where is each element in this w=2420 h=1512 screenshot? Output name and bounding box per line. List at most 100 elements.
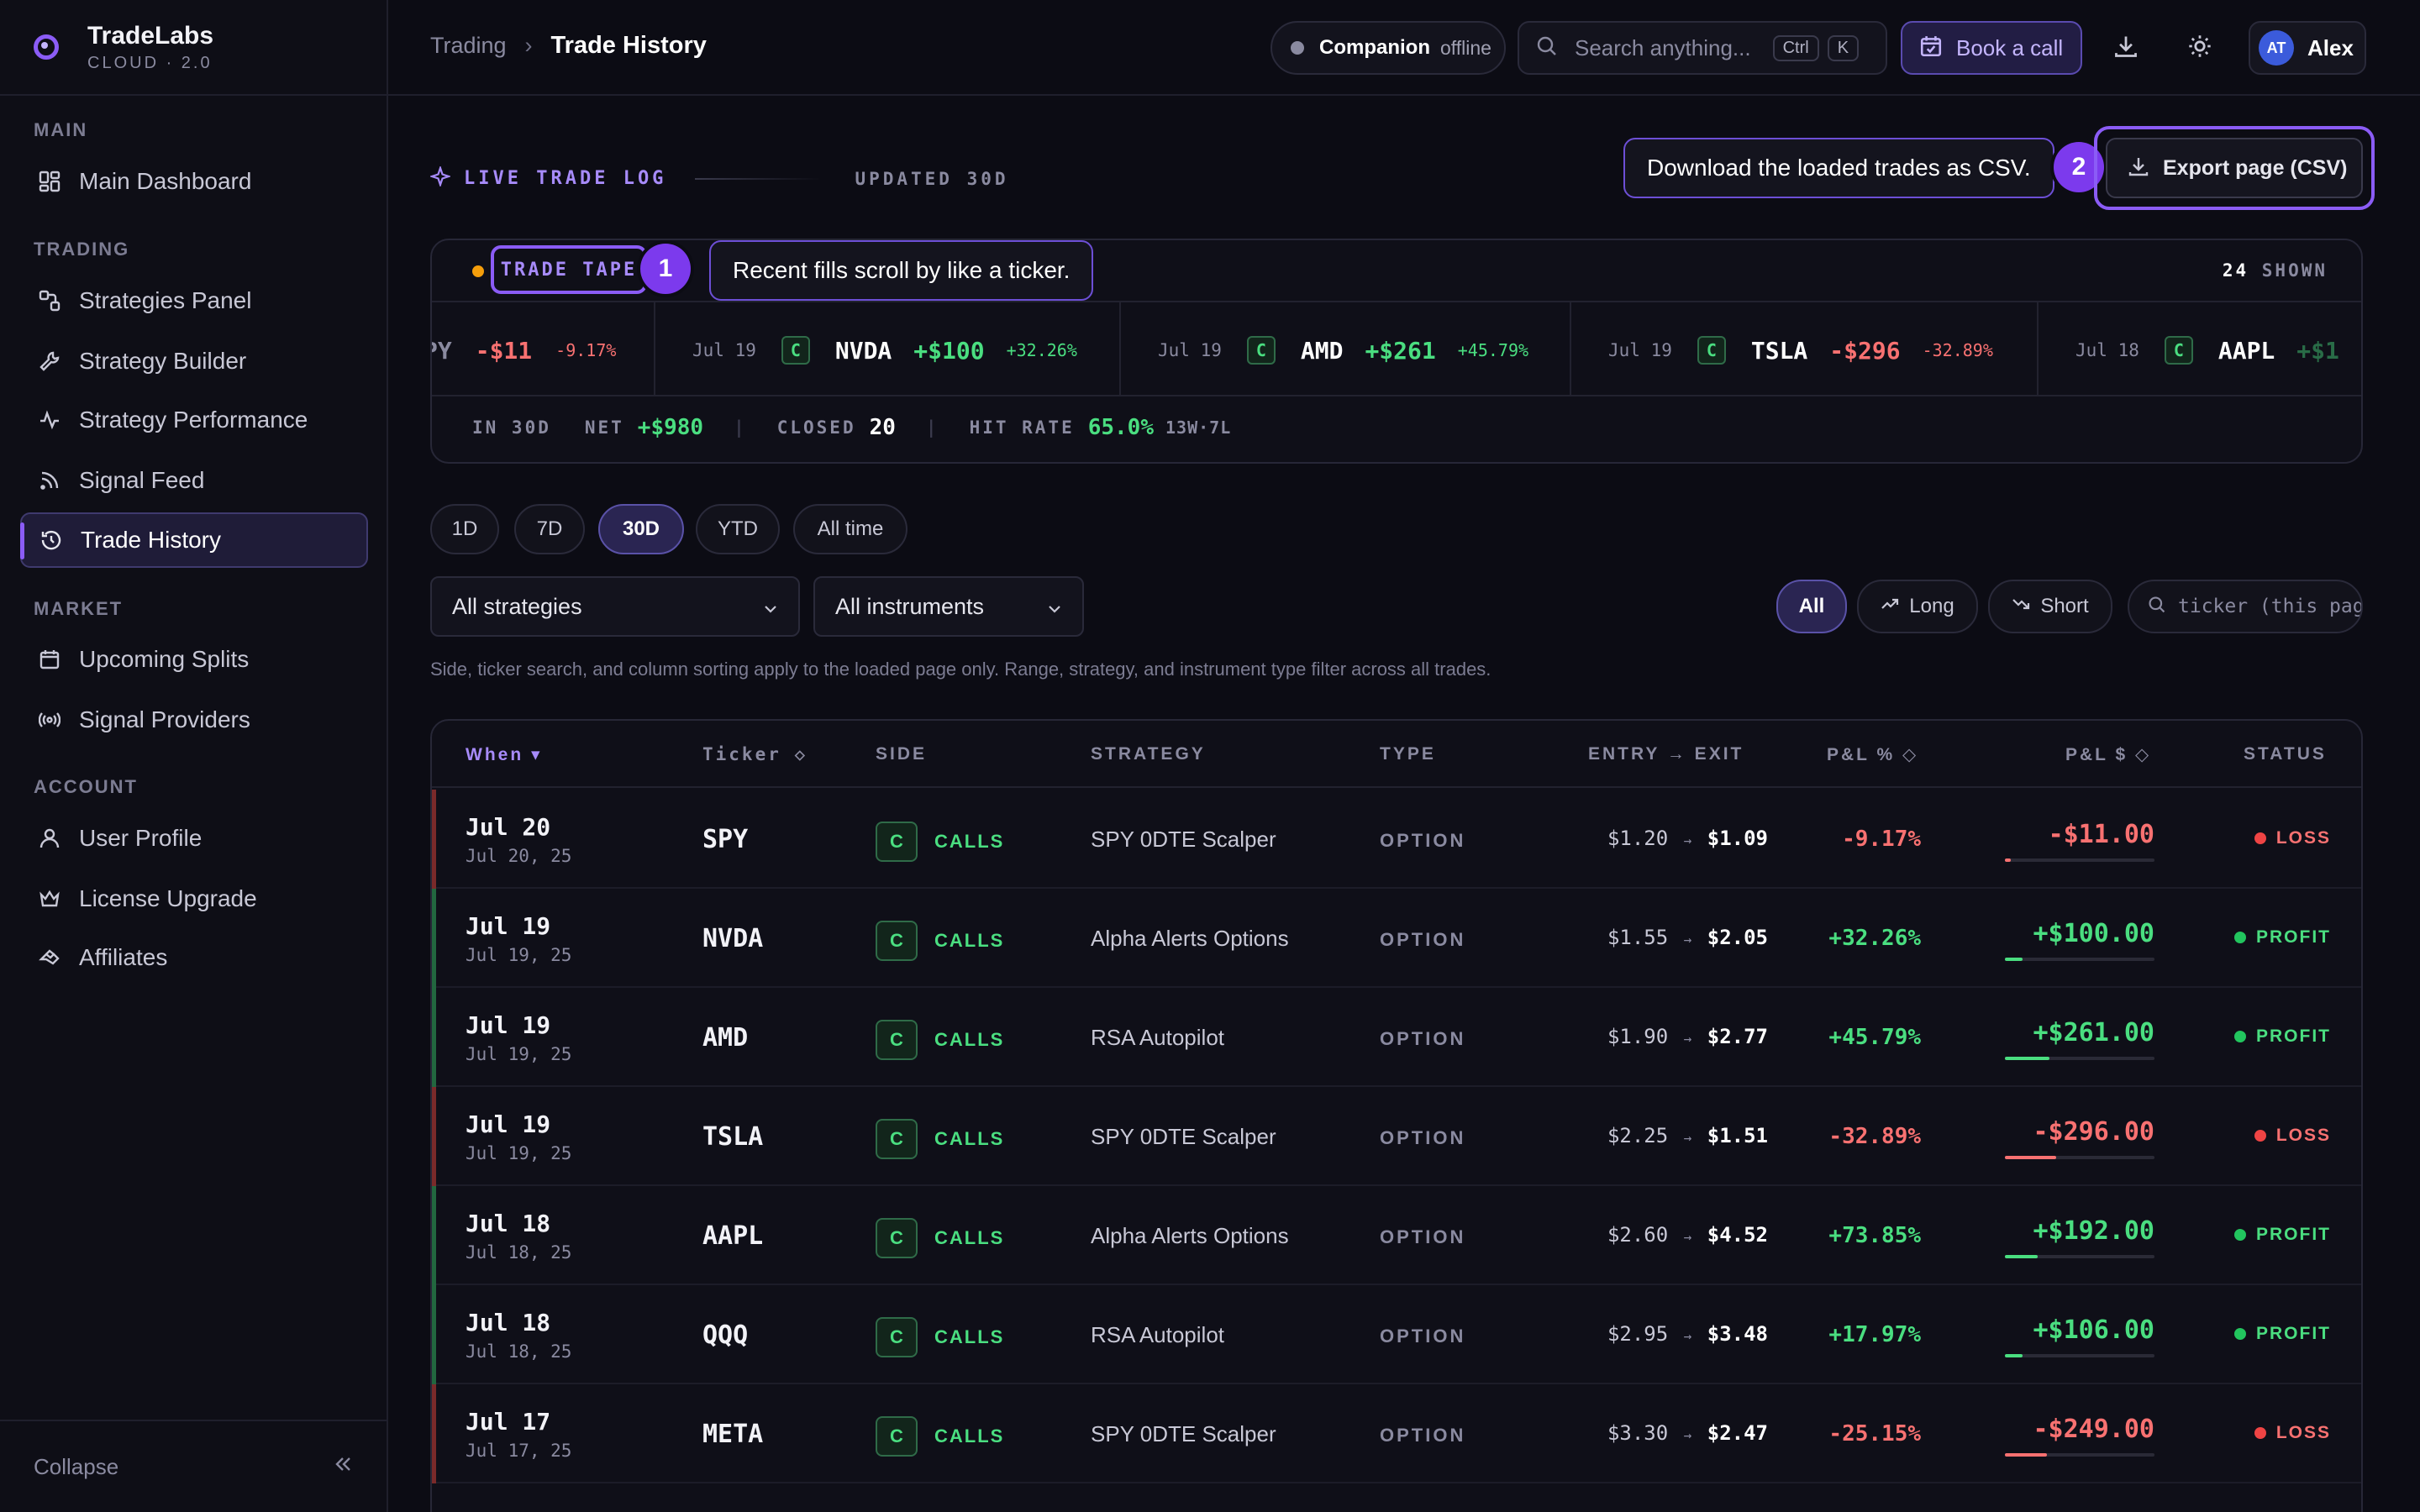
- status-dot-icon: [2234, 1031, 2246, 1042]
- brand-name: TradeLabs: [87, 21, 214, 50]
- tour-step-1[interactable]: 1: [640, 244, 691, 294]
- sidebar-item-signal-feed[interactable]: Signal Feed: [20, 453, 368, 508]
- search-placeholder: Search anything...: [1575, 34, 1751, 60]
- table-row[interactable]: Jul 19 Jul 19, 25 NVDA C CALLS Alpha Ale…: [432, 889, 2361, 988]
- tick-usd: +$1: [2296, 336, 2339, 365]
- row-ticker[interactable]: META: [702, 1420, 763, 1449]
- row-status-label: LOSS: [2275, 828, 2331, 848]
- sidebar-item-main-dashboard[interactable]: Main Dashboard: [20, 154, 368, 209]
- sidebar-item-label: Signal Providers: [79, 706, 250, 732]
- sidebar-item-strategy-performance[interactable]: Strategy Performance: [20, 392, 368, 448]
- arrow-right-icon: →: [1683, 1130, 1692, 1146]
- sidebar-item-signal-providers[interactable]: Signal Providers: [20, 692, 368, 748]
- export-csv-button[interactable]: Export page (CSV): [2106, 138, 2363, 198]
- table-row[interactable]: Jul 18 Jul 18, 25 QQQ C CALLS RSA Autopi…: [432, 1285, 2361, 1384]
- side-long[interactable]: Long: [1857, 580, 1978, 633]
- companion-status[interactable]: Companion offline: [1270, 21, 1506, 75]
- nav-section-market: MARKET: [34, 598, 124, 619]
- row-pnl-pct: +73.85%: [1828, 1223, 1921, 1248]
- shown-number: 24: [2222, 260, 2249, 281]
- side-short[interactable]: Short: [1988, 580, 2112, 633]
- row-date-sub: Jul 19, 25: [466, 1044, 572, 1064]
- tape-tick[interactable]: Jul 19 C AMD +$261 +45.79%: [1121, 302, 1571, 395]
- breadcrumb-parent[interactable]: Trading: [430, 33, 507, 59]
- trend-up-icon: [1881, 595, 1899, 619]
- tape-tick[interactable]: Jul 18 C AAPL +$1: [2039, 302, 2361, 395]
- range-all-time[interactable]: All time: [793, 504, 908, 554]
- sidebar-item-affiliates[interactable]: Affiliates: [20, 930, 368, 985]
- sidebar-item-label: Trade History: [81, 527, 222, 553]
- row-entry: $2.60: [1607, 1223, 1669, 1247]
- row-strategy: Alpha Alerts Options: [1091, 1223, 1289, 1248]
- row-entry-exit: $1.55 → $2.05: [1607, 926, 1768, 949]
- row-ticker[interactable]: AAPL: [702, 1221, 763, 1251]
- ticker-strip: PY -$11 -9.17% Jul 19 C NVDA +$100 +32.2…: [432, 301, 2361, 396]
- sidebar-item-strategy-builder[interactable]: Strategy Builder: [20, 333, 368, 389]
- tape-tick[interactable]: Jul 19 C TSLA -$296 -32.89%: [1571, 302, 2039, 395]
- sidebar-item-label: User Profile: [79, 825, 203, 851]
- sidebar-item-label: Strategy Builder: [79, 348, 247, 374]
- sidebar-item-upcoming-splits[interactable]: Upcoming Splits: [20, 632, 368, 687]
- nav-section-account: ACCOUNT: [34, 776, 138, 797]
- brand[interactable]: TradeLabs CLOUD · 2.0: [0, 0, 387, 96]
- row-date: Jul 19: [466, 912, 551, 940]
- row-ticker[interactable]: QQQ: [702, 1320, 748, 1350]
- tape-tick[interactable]: Jul 19 C NVDA +$100 +32.26%: [655, 302, 1121, 395]
- row-exit: $3.48: [1707, 1322, 1768, 1346]
- ticker-search-input[interactable]: ticker (this page): [2128, 580, 2363, 633]
- status-dot-icon: [2254, 1130, 2266, 1142]
- sidebar-item-trade-history[interactable]: Trade History: [20, 512, 368, 568]
- row-date: Jul 17: [466, 1408, 551, 1436]
- side-all[interactable]: All: [1776, 580, 1847, 633]
- range-7d[interactable]: 7D: [514, 504, 585, 554]
- row-type: OPTION: [1380, 1326, 1466, 1347]
- download-button[interactable]: [2099, 21, 2153, 75]
- table-row[interactable]: Jul 18 Jul 18, 25 AAPL C CALLS Alpha Ale…: [432, 1186, 2361, 1285]
- col-when[interactable]: When ▾: [466, 744, 543, 765]
- status-badge: PROFIT: [2234, 1026, 2331, 1047]
- table-row[interactable]: Jul 17 Jul 17, 25 META C CALLS SPY 0DTE …: [432, 1384, 2361, 1483]
- collapse-button[interactable]: Collapse: [0, 1420, 387, 1512]
- row-entry-exit: $1.90 → $2.77: [1607, 1025, 1768, 1048]
- row-ticker[interactable]: NVDA: [702, 924, 763, 953]
- col-pnl-usd[interactable]: P&L $ ◇: [2065, 744, 2151, 765]
- strategy-select[interactable]: All strategies: [430, 576, 800, 637]
- sidebar-item-license-upgrade[interactable]: License Upgrade: [20, 871, 368, 927]
- range-1d[interactable]: 1D: [430, 504, 499, 554]
- calls-badge: C: [876, 822, 918, 862]
- row-ticker[interactable]: SPY: [702, 825, 748, 854]
- stats-net-value: +$980: [637, 415, 704, 440]
- col-pnl-pct[interactable]: P&L % ◇: [1827, 744, 1918, 765]
- tape-tick[interactable]: PY -$11 -9.17%: [432, 302, 655, 395]
- col-strategy: STRATEGY: [1091, 744, 1206, 764]
- theme-toggle-button[interactable]: [2173, 21, 2227, 75]
- range-ytd[interactable]: YTD: [696, 504, 780, 554]
- table-row[interactable]: Jul 19 Jul 19, 25 TSLA C CALLS SPY 0DTE …: [432, 1087, 2361, 1186]
- col-ticker[interactable]: Ticker ◇: [702, 744, 808, 764]
- row-pnl-bar-fill: [2005, 958, 2023, 961]
- row-ticker[interactable]: TSLA: [702, 1122, 763, 1152]
- tick-pct: +32.26%: [1006, 340, 1077, 360]
- sidebar-item-strategies-panel[interactable]: Strategies Panel: [20, 273, 368, 328]
- row-when: Jul 19 Jul 19, 25: [466, 1011, 571, 1064]
- book-call-button[interactable]: Book a call: [1901, 21, 2082, 75]
- sidebar-item-user-profile[interactable]: User Profile: [20, 811, 368, 866]
- sidebar-item-label: Affiliates: [79, 944, 168, 970]
- stats-hit-detail: 13W·7L: [1165, 417, 1232, 438]
- table-row[interactable]: Jul 19 Jul 19, 25 AMD C CALLS RSA Autopi…: [432, 988, 2361, 1087]
- sun-icon: [2187, 34, 2212, 63]
- row-date-sub: Jul 18, 25: [466, 1341, 572, 1362]
- live-log-heading: LIVE TRADE LOG UPDATED 30D: [429, 165, 1009, 191]
- table-header: When ▾ Ticker ◇ SIDE STRATEGY TYPE ENTRY…: [432, 721, 2361, 788]
- tape-label: TRADE TAPE: [500, 259, 638, 281]
- table-row[interactable]: Jul 20 Jul 20, 25 SPY C CALLS SPY 0DTE S…: [432, 790, 2361, 889]
- user-menu[interactable]: AT Alex: [2249, 21, 2366, 75]
- row-status-bar: [432, 1285, 436, 1384]
- row-ticker[interactable]: AMD: [702, 1023, 748, 1053]
- search-box[interactable]: Search anything... Ctrl K: [1518, 21, 1887, 75]
- row-strategy: RSA Autopilot: [1091, 1322, 1224, 1347]
- row-side: C CALLS: [876, 921, 1004, 961]
- row-date-sub: Jul 19, 25: [466, 1143, 572, 1163]
- range-30d[interactable]: 30D: [598, 504, 684, 554]
- instrument-select[interactable]: All instruments: [813, 576, 1084, 637]
